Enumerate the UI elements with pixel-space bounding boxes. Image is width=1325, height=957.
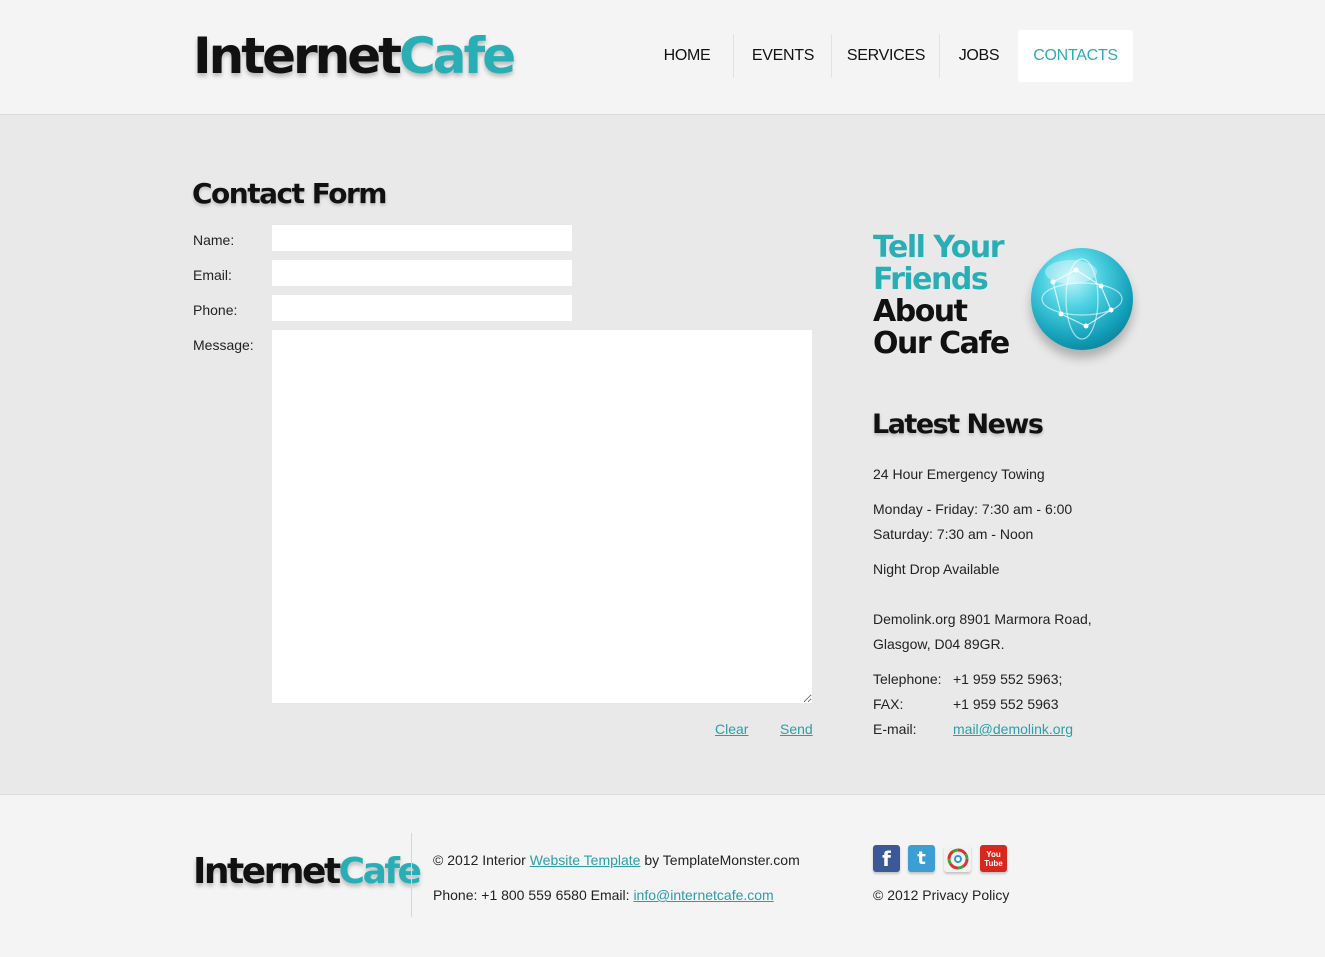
news-hours-weekday: Monday - Friday: 7:30 am - 6:00 [873, 501, 1073, 517]
name-label: Name: [193, 232, 235, 248]
footer-logo-part2: Cafe [338, 851, 422, 892]
news-item-night-drop: Night Drop Available [873, 561, 1000, 577]
site-logo[interactable]: InternetCafe [193, 26, 516, 86]
promo-line-3: About [873, 294, 968, 329]
copyright-prefix: © 2012 Interior [433, 852, 526, 868]
logo-text-part2: Cafe [399, 27, 516, 85]
promo-line-4: Our Cafe [873, 326, 1010, 361]
globe-icon[interactable] [1031, 248, 1133, 350]
footer-divider [411, 833, 412, 917]
message-label: Message: [193, 337, 254, 353]
twitter-icon[interactable]: t [908, 845, 935, 872]
site-header: InternetCafe HOME EVENTS SERVICES JOBS C… [0, 0, 1325, 115]
footer-logo[interactable]: InternetCafe [193, 850, 422, 894]
name-field[interactable] [272, 225, 572, 251]
footer-copyright: © 2012 Interior Website Template by Temp… [433, 852, 800, 868]
youtube-icon[interactable]: You Tube [980, 845, 1007, 872]
youtube-text-top: You [986, 849, 1001, 859]
telephone-label: Telephone: [873, 671, 942, 687]
website-template-link[interactable]: Website Template [530, 852, 641, 868]
main-content: Contact Form Name: Email: Phone: Message… [0, 115, 1325, 794]
youtube-text-bottom: Tube [984, 858, 1003, 868]
main-nav: HOME EVENTS SERVICES JOBS CONTACTS [640, 30, 1133, 82]
email-field[interactable] [272, 260, 572, 286]
fax-value: +1 959 552 5963 [953, 696, 1059, 712]
address-line-2: Glasgow, D04 89GR. [873, 636, 1005, 652]
promo-line-1: Tell Your [873, 230, 1005, 265]
fax-label: FAX: [873, 696, 904, 712]
contact-form-title: Contact Form [192, 177, 387, 210]
clear-button[interactable]: Clear [715, 721, 748, 737]
nav-item-contacts[interactable]: CONTACTS [1018, 30, 1133, 82]
email-label-news: E-mail: [873, 721, 917, 737]
nav-item-jobs[interactable]: JOBS [940, 30, 1018, 82]
news-hours-saturday: Saturday: 7:30 am - Noon [873, 526, 1034, 542]
promo-line-2: Friends [873, 262, 989, 297]
logo-text-part1: Internet [193, 27, 402, 85]
message-field[interactable] [272, 330, 812, 703]
facebook-icon[interactable]: f [873, 845, 900, 872]
footer-logo-part1: Internet [193, 851, 341, 892]
footer-contact-prefix: Phone: +1 800 559 6580 Email: [433, 887, 630, 903]
footer-contact: Phone: +1 800 559 6580 Email: info@inter… [433, 887, 774, 903]
picasa-icon[interactable] [944, 845, 971, 872]
news-item-towing: 24 Hour Emergency Towing [873, 466, 1045, 482]
footer-email-link[interactable]: info@internetcafe.com [633, 887, 773, 903]
nav-item-services[interactable]: SERVICES [832, 30, 940, 82]
email-label: Email: [193, 267, 232, 283]
phone-field[interactable] [272, 295, 572, 321]
copyright-suffix: by TemplateMonster.com [644, 852, 800, 868]
nav-item-home[interactable]: HOME [640, 30, 734, 82]
address-line-1: Demolink.org 8901 Marmora Road, [873, 611, 1092, 627]
latest-news-title: Latest News [872, 409, 1044, 440]
phone-label: Phone: [193, 302, 238, 318]
site-footer: InternetCafe © 2012 Interior Website Tem… [0, 794, 1325, 957]
email-link[interactable]: mail@demolink.org [953, 721, 1073, 737]
privacy-policy[interactable]: © 2012 Privacy Policy [873, 887, 1009, 903]
nav-item-events[interactable]: EVENTS [734, 30, 832, 82]
tell-friends-promo[interactable]: Tell Your Friends About Our Cafe [873, 230, 1010, 361]
telephone-value: +1 959 552 5963; [953, 671, 1063, 687]
send-button[interactable]: Send [780, 721, 813, 737]
